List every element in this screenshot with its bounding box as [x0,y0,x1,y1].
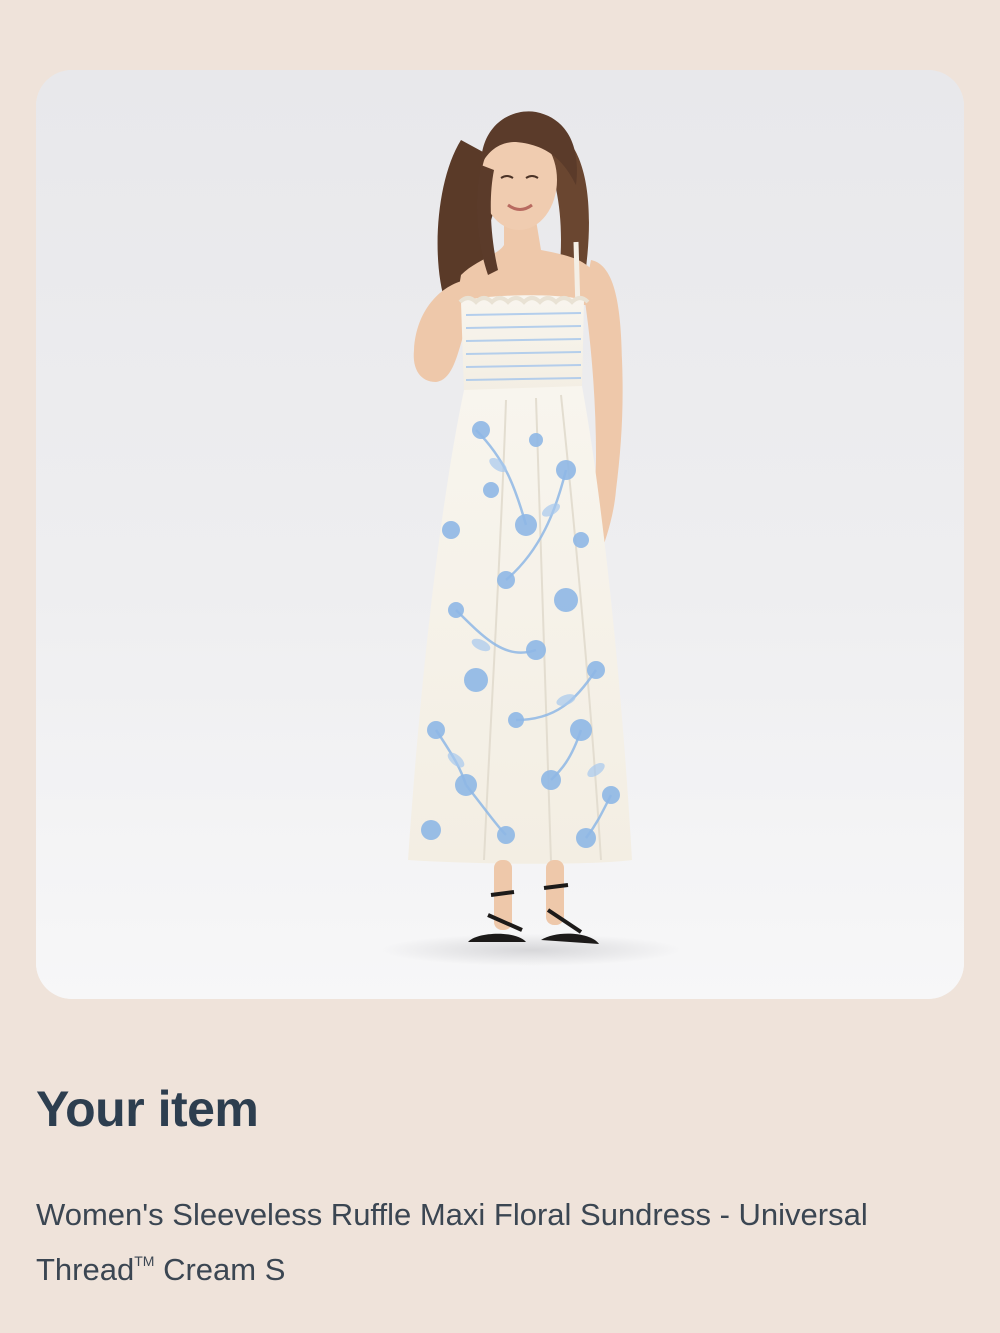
screen: Your item Women's Sleeveless Ruffle Maxi… [0,0,1000,1333]
product-photo-illustration [36,70,964,999]
item-variant: Cream S [154,1252,286,1287]
trademark-symbol: TM [134,1253,155,1269]
item-name-line1: Women's Sleeveless Ruffle Maxi Floral Su… [36,1197,868,1232]
item-name: Women's Sleeveless Ruffle Maxi Floral Su… [36,1192,936,1293]
section-title: Your item [36,1081,259,1137]
product-image[interactable] [36,70,964,999]
item-name-brand: Thread [36,1252,135,1287]
